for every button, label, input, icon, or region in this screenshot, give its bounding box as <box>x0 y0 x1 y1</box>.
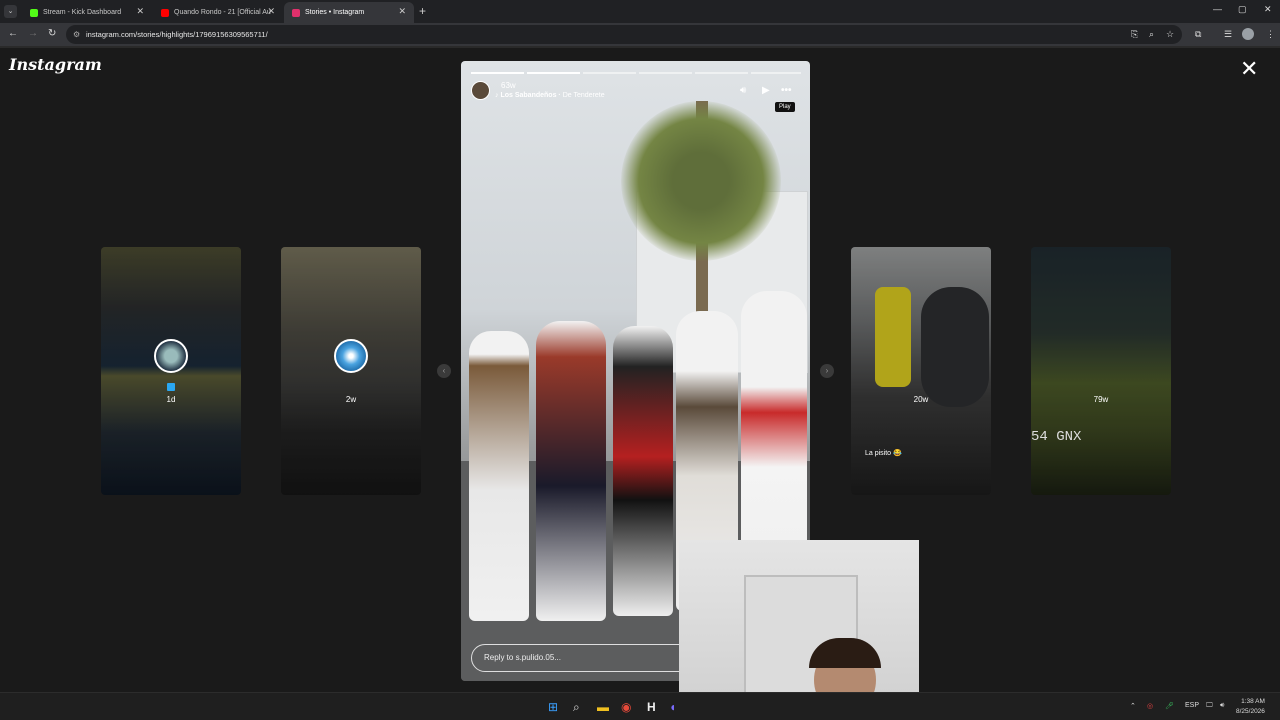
site-info-icon[interactable]: ⚙ <box>73 25 80 44</box>
tab-title: Quando Rondo - 21 [Official Au <box>174 9 271 16</box>
story-progress-segment <box>583 72 636 74</box>
clock-date: 8/25/2026 <box>1236 708 1265 715</box>
taskbar-search-icon[interactable]: ⌕ <box>573 700 580 715</box>
browser-menu-icon[interactable]: ⋮ <box>1266 29 1275 40</box>
app-h-icon[interactable]: H <box>647 700 656 714</box>
profile-avatar[interactable] <box>1242 28 1254 40</box>
extensions-icon[interactable]: ⧉ <box>1195 29 1201 40</box>
zoom-icon[interactable]: ⌕ <box>1149 29 1154 40</box>
tab-title: Stories • Instagram <box>305 9 365 16</box>
tab-close-icon[interactable]: ✕ <box>136 6 144 17</box>
play-icon[interactable]: ▶ <box>762 85 770 96</box>
tab-youtube[interactable]: Quando Rondo - 21 [Official Au ✕ <box>153 2 283 23</box>
person-image <box>469 331 529 621</box>
story-music[interactable]: ♪ Los Sabandeños · De Tenderete <box>495 92 605 99</box>
page-divider <box>0 46 1280 48</box>
taskbar-clock[interactable]: 1:38 AM 8/25/2026 <box>1236 697 1265 717</box>
previous-story-arrow-icon[interactable]: ‹ <box>437 364 451 378</box>
instagram-logo[interactable]: Instagram <box>9 55 102 74</box>
license-plate: 54 GNX <box>1031 429 1082 445</box>
close-stories-icon[interactable]: ✕ <box>1240 58 1258 80</box>
tab-search-button[interactable]: ⌄ <box>4 5 17 18</box>
music-artist: Los Sabandeños <box>500 92 557 99</box>
tray-overflow-icon[interactable]: ⌃ <box>1130 702 1136 710</box>
person-image <box>613 326 673 616</box>
story-progress-segment <box>639 72 692 74</box>
network-icon[interactable]: 🖵 <box>1206 702 1213 710</box>
browser-toolbar: ← → ↻ ⚙ instagram.com/stories/highlights… <box>0 23 1280 46</box>
instagram-favicon-icon <box>292 8 300 17</box>
story-preview-card[interactable]: 2w <box>281 247 421 495</box>
tab-instagram[interactable]: Stories • Instagram ✕ <box>284 2 414 23</box>
media-controls-icon[interactable]: ☰ <box>1224 29 1232 40</box>
back-icon[interactable]: ← <box>8 28 18 39</box>
story-preview-card[interactable]: 1d <box>101 247 241 495</box>
story-age: 20w <box>913 395 929 404</box>
story-avatar <box>154 339 188 373</box>
story-preview-card[interactable]: 79w 54 GNX <box>1031 247 1171 495</box>
next-story-arrow-icon[interactable]: › <box>820 364 834 378</box>
tab-title: Stream - Kick Dashboard <box>43 9 122 16</box>
windows-start-icon[interactable]: ⊞ <box>548 700 558 714</box>
play-tooltip: Play <box>775 102 795 112</box>
maximize-icon[interactable]: ▢ <box>1238 4 1247 15</box>
music-song: De Tenderete <box>562 92 605 99</box>
story-badge-icon <box>167 383 175 391</box>
clock-time: 1:38 AM <box>1241 698 1265 705</box>
story-author-avatar[interactable] <box>471 81 490 100</box>
person-image <box>536 321 606 621</box>
story-caption: La pisito 😂 <box>865 450 902 457</box>
browser-tabbar: ⌄ Stream - Kick Dashboard ✕ Quando Rondo… <box>0 0 1280 23</box>
tab-kick[interactable]: Stream - Kick Dashboard ✕ <box>22 2 152 23</box>
youtube-favicon-icon <box>161 8 169 17</box>
minimize-icon[interactable]: — <box>1213 4 1222 14</box>
more-options-icon[interactable]: ••• <box>781 85 792 96</box>
volume-icon[interactable]: 🔊︎ <box>1220 702 1224 710</box>
tray-app-icon[interactable]: ◎ <box>1147 702 1153 710</box>
language-indicator[interactable]: ESP <box>1185 702 1199 709</box>
new-tab-button[interactable]: + <box>419 4 426 18</box>
story-progress-segment <box>471 72 524 74</box>
story-progress-segment <box>695 72 748 74</box>
mute-icon[interactable]: 🔊︎ <box>740 85 746 96</box>
palm-leaves-image <box>621 101 781 261</box>
window-close-icon[interactable]: ✕ <box>1264 4 1272 15</box>
story-age: 79w <box>1093 395 1109 404</box>
url-text: instagram.com/stories/highlights/1796915… <box>86 30 268 39</box>
cast-icon[interactable]: ⎘ <box>1131 29 1138 40</box>
windows-taskbar: ⊞ ⌕ ▬ ◉ H ◖ ⌃ ◎ 🎤︎ ESP 🖵 🔊︎ 1:38 AM 8/25… <box>0 692 1280 720</box>
kick-favicon-icon <box>30 8 38 17</box>
bookmark-star-icon[interactable]: ☆ <box>1166 29 1174 40</box>
address-bar[interactable]: ⚙ instagram.com/stories/highlights/17969… <box>66 25 1182 44</box>
forward-icon[interactable]: → <box>28 28 38 39</box>
story-progress-segment <box>751 72 801 74</box>
story-preview-card[interactable]: 20w La pisito 😂 <box>851 247 991 495</box>
tab-close-icon[interactable]: ✕ <box>398 6 406 17</box>
story-age: 2w <box>345 395 357 404</box>
file-explorer-icon[interactable]: ▬ <box>597 700 609 714</box>
chrome-icon[interactable]: ◉ <box>621 700 631 714</box>
story-avatar <box>334 339 368 373</box>
discord-icon[interactable]: ◖ <box>669 700 676 714</box>
story-time: 63w <box>501 81 516 90</box>
story-progress-segment <box>527 72 580 74</box>
tab-close-icon[interactable]: ✕ <box>267 6 275 17</box>
microphone-icon[interactable]: 🎤︎ <box>1165 702 1174 710</box>
story-age: 1d <box>166 395 176 404</box>
reload-icon[interactable]: ↻ <box>48 28 56 39</box>
